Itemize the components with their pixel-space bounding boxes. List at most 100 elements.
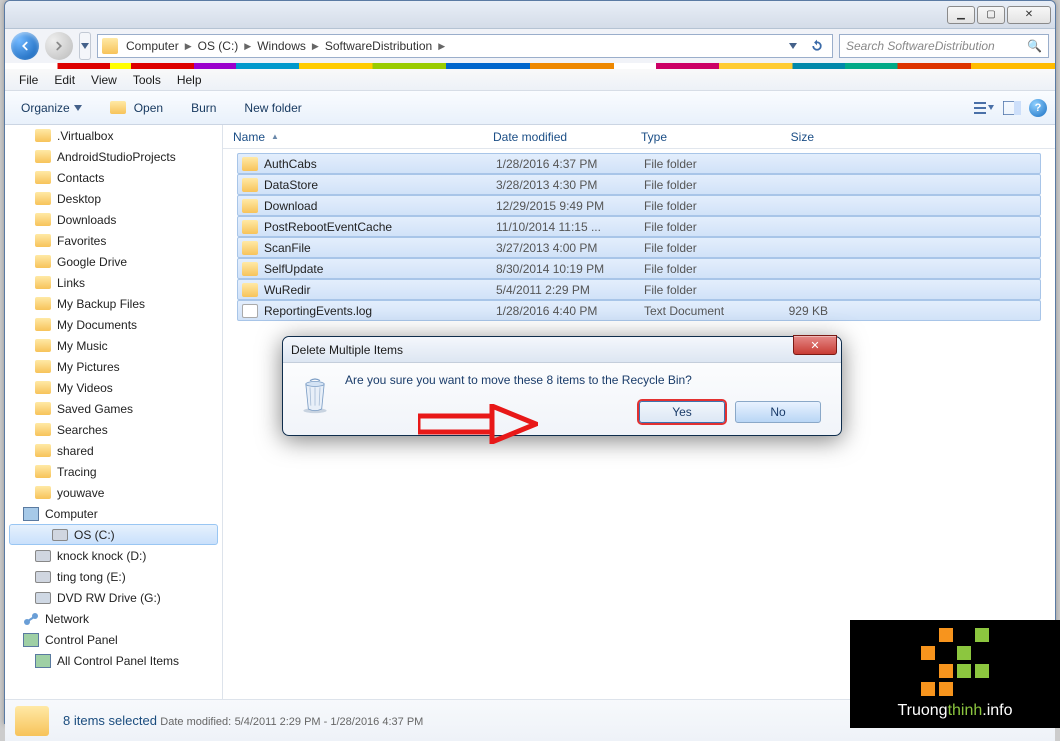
address-bar[interactable]: Computer ▶ OS (C:) ▶ Windows ▶ SoftwareD… <box>97 34 833 58</box>
folder-icon <box>35 465 51 478</box>
sidebar-item[interactable]: Network <box>5 608 222 629</box>
close-button[interactable]: ✕ <box>1007 6 1051 24</box>
sidebar-item[interactable]: Desktop <box>5 188 222 209</box>
sidebar-item[interactable]: shared <box>5 440 222 461</box>
sidebar-item[interactable]: My Music <box>5 335 222 356</box>
folder-icon <box>35 192 51 205</box>
delete-confirm-dialog: Delete Multiple Items ✕ Are you sure you… <box>282 336 842 436</box>
sidebar-item-label: Links <box>57 276 85 290</box>
sidebar-item[interactable]: My Documents <box>5 314 222 335</box>
folder-icon <box>110 101 126 114</box>
logo-text: Truongthinh.info <box>897 702 1012 720</box>
control-panel-icon <box>23 633 39 647</box>
file-list[interactable]: AuthCabs1/28/2016 4:37 PMFile folderData… <box>223 149 1055 325</box>
sidebar-item[interactable]: Links <box>5 272 222 293</box>
menu-help[interactable]: Help <box>169 71 210 89</box>
sidebar-item[interactable]: youwave <box>5 482 222 503</box>
sidebar-item[interactable]: Contacts <box>5 167 222 188</box>
column-type[interactable]: Type <box>631 130 747 144</box>
breadcrumb-computer[interactable]: Computer <box>122 35 183 57</box>
sidebar-item-label: knock knock (D:) <box>57 549 146 563</box>
chevron-right-icon[interactable]: ▶ <box>438 41 445 52</box>
column-size[interactable]: Size <box>747 130 825 144</box>
file-date: 12/29/2015 9:49 PM <box>496 199 644 213</box>
address-dropdown-button[interactable] <box>782 35 804 57</box>
breadcrumb-windows[interactable]: Windows <box>253 35 310 57</box>
sidebar-item[interactable]: Downloads <box>5 209 222 230</box>
menu-bar: File Edit View Tools Help <box>5 69 1055 91</box>
chevron-right-icon[interactable]: ▶ <box>244 41 251 52</box>
dialog-close-button[interactable]: ✕ <box>793 335 837 355</box>
sidebar-item[interactable]: DVD RW Drive (G:) <box>5 587 222 608</box>
file-name: WuRedir <box>264 283 496 297</box>
chevron-right-icon[interactable]: ▶ <box>312 41 319 52</box>
sidebar-item[interactable]: Computer <box>5 503 222 524</box>
file-row[interactable]: Download12/29/2015 9:49 PMFile folder <box>237 195 1041 216</box>
help-button[interactable]: ? <box>1029 99 1047 117</box>
file-name: PostRebootEventCache <box>264 220 496 234</box>
new-folder-button[interactable]: New folder <box>236 97 309 119</box>
minimize-button[interactable]: ▁ <box>947 6 975 24</box>
view-options-button[interactable] <box>973 97 995 119</box>
sidebar-item[interactable]: .Virtualbox <box>5 125 222 146</box>
sidebar-item[interactable]: My Backup Files <box>5 293 222 314</box>
maximize-button[interactable]: ▢ <box>977 6 1005 24</box>
sidebar-item[interactable]: knock knock (D:) <box>5 545 222 566</box>
sidebar-item-label: Google Drive <box>57 255 127 269</box>
file-row[interactable]: DataStore3/28/2013 4:30 PMFile folder <box>237 174 1041 195</box>
history-dropdown[interactable] <box>79 32 91 60</box>
file-row[interactable]: WuRedir5/4/2011 2:29 PMFile folder <box>237 279 1041 300</box>
sidebar[interactable]: .Virtualbox AndroidStudioProjects Contacts… <box>5 125 223 699</box>
file-type: File folder <box>644 241 760 255</box>
forward-button[interactable] <box>45 32 73 60</box>
folder-icon <box>242 157 258 171</box>
folder-icon <box>102 38 118 54</box>
organize-button[interactable]: Organize <box>13 97 90 119</box>
search-input[interactable]: Search SoftwareDistribution 🔍 <box>839 34 1049 58</box>
file-row[interactable]: AuthCabs1/28/2016 4:37 PMFile folder <box>237 153 1041 174</box>
file-date: 1/28/2016 4:37 PM <box>496 157 644 171</box>
open-button[interactable]: Open <box>102 97 171 119</box>
column-name[interactable]: Name▲ <box>223 130 483 144</box>
preview-pane-button[interactable] <box>1001 97 1023 119</box>
file-row[interactable]: PostRebootEventCache11/10/2014 11:15 ...… <box>237 216 1041 237</box>
sidebar-item[interactable]: Favorites <box>5 230 222 251</box>
sidebar-item[interactable]: My Videos <box>5 377 222 398</box>
sidebar-item[interactable]: OS (C:) <box>9 524 218 545</box>
chevron-right-icon[interactable]: ▶ <box>185 41 192 52</box>
burn-button[interactable]: Burn <box>183 97 224 119</box>
sidebar-item-label: Computer <box>45 507 98 521</box>
file-type: Text Document <box>644 304 760 318</box>
file-row[interactable]: SelfUpdate8/30/2014 10:19 PMFile folder <box>237 258 1041 279</box>
sidebar-item[interactable]: Searches <box>5 419 222 440</box>
sidebar-item-label: My Videos <box>57 381 113 395</box>
refresh-button[interactable] <box>806 35 828 57</box>
dialog-title-bar[interactable]: Delete Multiple Items ✕ <box>283 337 841 363</box>
file-row[interactable]: ScanFile3/27/2013 4:00 PMFile folder <box>237 237 1041 258</box>
search-icon: 🔍 <box>1027 39 1042 53</box>
menu-view[interactable]: View <box>83 71 125 89</box>
yes-button[interactable]: Yes <box>639 401 725 423</box>
sidebar-item[interactable]: AndroidStudioProjects <box>5 146 222 167</box>
menu-file[interactable]: File <box>11 71 46 89</box>
sidebar-item[interactable]: Control Panel <box>5 629 222 650</box>
file-type: File folder <box>644 157 760 171</box>
breadcrumb-os-c[interactable]: OS (C:) <box>194 35 243 57</box>
sidebar-item-label: AndroidStudioProjects <box>57 150 176 164</box>
back-button[interactable] <box>11 32 39 60</box>
sidebar-item[interactable]: ting tong (E:) <box>5 566 222 587</box>
sidebar-item[interactable]: All Control Panel Items <box>5 650 222 671</box>
breadcrumb-softwaredistribution[interactable]: SoftwareDistribution <box>321 35 436 57</box>
sidebar-item-label: Control Panel <box>45 633 118 647</box>
no-button[interactable]: No <box>735 401 821 423</box>
file-name: DataStore <box>264 178 496 192</box>
drive-icon <box>35 550 51 562</box>
menu-tools[interactable]: Tools <box>125 71 169 89</box>
menu-edit[interactable]: Edit <box>46 71 83 89</box>
sidebar-item[interactable]: Google Drive <box>5 251 222 272</box>
file-row[interactable]: ReportingEvents.log1/28/2016 4:40 PMText… <box>237 300 1041 321</box>
sidebar-item[interactable]: Saved Games <box>5 398 222 419</box>
sidebar-item[interactable]: My Pictures <box>5 356 222 377</box>
sidebar-item[interactable]: Tracing <box>5 461 222 482</box>
column-date[interactable]: Date modified <box>483 130 631 144</box>
